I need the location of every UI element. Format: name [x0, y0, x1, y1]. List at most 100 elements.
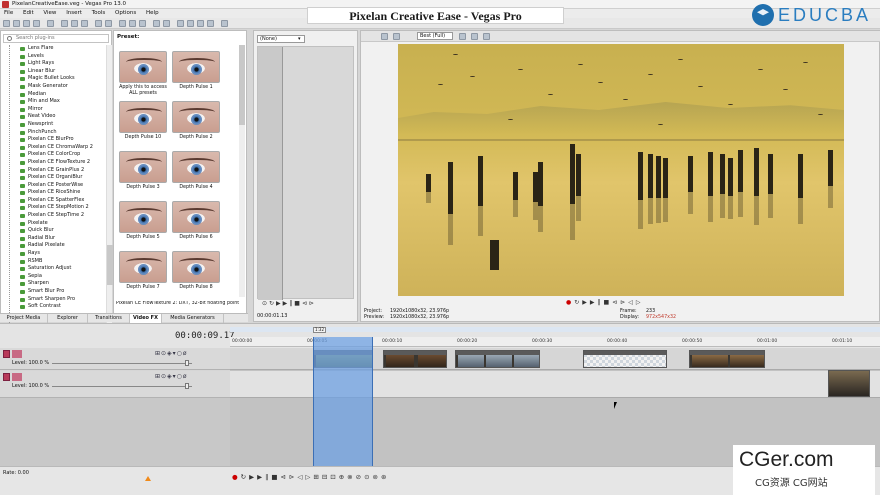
level-slider-knob[interactable]: [185, 383, 189, 389]
track-fx-icons[interactable]: ⊞⊙◈▾○ø: [155, 373, 188, 380]
new-project-icon[interactable]: [3, 20, 10, 27]
plugin-list-item[interactable]: Saturation Adjust: [19, 265, 111, 273]
video-clip[interactable]: [689, 350, 765, 368]
track-fx-icons[interactable]: ⊞⊙◈▾○ø: [155, 350, 188, 357]
tab-explorer[interactable]: Explorer: [48, 314, 88, 323]
timeline-transport-controls[interactable]: ●↻▶▶‖■⊲⊳◁▷⊞⊟⊡⊕⊗⊘⊙⊚⊛: [232, 473, 389, 481]
preset-thumbnail[interactable]: Depth Pulse 3: [119, 151, 167, 191]
plugin-list-item[interactable]: Sharpen: [19, 280, 111, 288]
level-slider[interactable]: [52, 386, 192, 387]
video-clip[interactable]: [383, 350, 447, 368]
transparent-clip[interactable]: [583, 350, 667, 368]
plugin-list-item[interactable]: Rays: [19, 250, 111, 258]
preset-thumbnail[interactable]: Depth Pulse 10: [119, 101, 167, 141]
plugin-list-item[interactable]: Quick Blur: [19, 227, 111, 235]
video-clip-thumbnail[interactable]: [828, 370, 870, 397]
redo-icon[interactable]: [105, 20, 112, 27]
track-expand-icon[interactable]: [12, 373, 22, 381]
scrollbar-thumb[interactable]: [239, 45, 245, 125]
overlays-icon[interactable]: [459, 33, 466, 40]
plugin-list-item[interactable]: Pixelate: [19, 220, 111, 228]
plugin-list-item[interactable]: Pixelan CE ChromaWarp 2: [19, 144, 111, 152]
trimmer-area[interactable]: [257, 46, 354, 300]
paste-icon[interactable]: [81, 20, 88, 27]
plugin-list-item[interactable]: Pixelan CE SpatterFlex: [19, 197, 111, 205]
lock-envelopes-icon[interactable]: [153, 20, 160, 27]
preset-thumbnail[interactable]: Depth Pulse 8: [172, 251, 220, 291]
cut-icon[interactable]: [61, 20, 68, 27]
plugin-list-item[interactable]: Pixelan CE GrainPlus 2: [19, 167, 111, 175]
save-icon[interactable]: [23, 20, 30, 27]
menu-tools[interactable]: Tools: [88, 10, 110, 16]
tab-media-generators[interactable]: Media Generators: [162, 314, 224, 323]
level-slider[interactable]: [52, 363, 192, 364]
plugin-list-item[interactable]: Lens Flare: [19, 45, 111, 53]
plugin-list-item[interactable]: Radial Pixelate: [19, 242, 111, 250]
copy-icon[interactable]: [71, 20, 78, 27]
preview-settings-icon[interactable]: [381, 33, 388, 40]
preset-thumbnail[interactable]: Depth Pulse 4: [172, 151, 220, 191]
save-snapshot-icon[interactable]: [483, 33, 490, 40]
plugin-list-scrollbar[interactable]: [106, 45, 113, 323]
plugin-list-item[interactable]: Soft Contrast: [19, 303, 111, 311]
plugin-list-item[interactable]: Smart Blur Pro: [19, 288, 111, 296]
menu-view[interactable]: View: [39, 10, 60, 16]
plugin-list-item[interactable]: Sepia: [19, 273, 111, 281]
plugin-list-item[interactable]: Smart Sharpen Pro: [19, 296, 111, 304]
trimmer-transport-controls[interactable]: ⊙↻▶▶‖■⊲⊳: [262, 300, 316, 308]
plugin-list-item[interactable]: Newsprint: [19, 121, 111, 129]
plugin-list-item[interactable]: Pixelan CE ColorCrop: [19, 151, 111, 159]
snap-icon[interactable]: [119, 20, 126, 27]
normal-edit-tool-icon[interactable]: [177, 20, 184, 27]
level-slider-knob[interactable]: [185, 360, 189, 366]
menu-help[interactable]: Help: [142, 10, 163, 16]
preset-thumbnail[interactable]: Depth Pulse 6: [172, 201, 220, 241]
plugin-list-item[interactable]: Linear Blur: [19, 68, 111, 76]
plugin-list-item[interactable]: Radial Blur: [19, 235, 111, 243]
video-clip[interactable]: [455, 350, 540, 368]
properties-icon[interactable]: [33, 20, 40, 27]
plugin-list-item[interactable]: Pixelan CE RiceShine: [19, 189, 111, 197]
tab-video-fx[interactable]: Video FX: [130, 314, 162, 323]
zoom-tool-icon[interactable]: [207, 20, 214, 27]
plugin-list-item[interactable]: Min and Max: [19, 98, 111, 106]
track-header-1[interactable]: ⊞⊙◈▾○ø Level: 100.0 %: [0, 348, 230, 370]
selection-tool-icon[interactable]: [197, 20, 204, 27]
split-screen-icon[interactable]: [393, 33, 400, 40]
menu-file[interactable]: File: [0, 10, 17, 16]
loop-region-bar[interactable]: 1:32: [230, 327, 880, 333]
open-icon[interactable]: [13, 20, 20, 27]
plugin-list-item[interactable]: Light Rays: [19, 60, 111, 68]
preset-scrollbar[interactable]: [239, 45, 245, 297]
loop-marker[interactable]: 1:32: [313, 327, 326, 333]
auto-crossfade-icon[interactable]: [129, 20, 136, 27]
preset-thumbnail[interactable]: Apply this to access ALL presets: [119, 51, 167, 96]
plugin-list-item[interactable]: Pixelan CE StepMotion 2: [19, 204, 111, 212]
plugin-list-item[interactable]: Median: [19, 91, 111, 99]
preview-transport-controls[interactable]: ●↻▶▶‖■⊲⊳◁▷: [566, 299, 643, 306]
rate-marker-icon[interactable]: [145, 476, 151, 481]
menu-edit[interactable]: Edit: [19, 10, 38, 16]
time-selection[interactable]: [313, 337, 373, 466]
ripple-icon[interactable]: [139, 20, 146, 27]
plugin-list-item[interactable]: Pixelan CE PosterWise: [19, 182, 111, 190]
plugin-list-item[interactable]: Mask Generator: [19, 83, 111, 91]
envelope-tool-icon[interactable]: [187, 20, 194, 27]
track-expand-icon[interactable]: [12, 350, 22, 358]
preset-thumbnail[interactable]: Depth Pulse 5: [119, 201, 167, 241]
plugin-list-item[interactable]: Magic Bullet Looks: [19, 75, 111, 83]
trimmer-dropdown[interactable]: (None) ▾: [257, 35, 305, 43]
render-icon[interactable]: [47, 20, 54, 27]
tab-project-media[interactable]: Project Media: [0, 314, 48, 323]
preview-quality-dropdown[interactable]: Best (Full): [417, 32, 453, 40]
preset-thumbnail[interactable]: Depth Pulse 1: [172, 51, 220, 91]
undo-icon[interactable]: [95, 20, 102, 27]
ignore-grouping-icon[interactable]: [163, 20, 170, 27]
plugin-list-item[interactable]: Pixelan CE StepTime 2: [19, 212, 111, 220]
search-plugins-input[interactable]: Search plug-ins: [3, 34, 109, 43]
preset-thumbnail[interactable]: Depth Pulse 2: [172, 101, 220, 141]
plugin-list-item[interactable]: Pixelan CE FlowTexture 2: [19, 159, 111, 167]
preset-thumbnail[interactable]: Depth Pulse 7: [119, 251, 167, 291]
plugin-list-item[interactable]: Neat Video: [19, 113, 111, 121]
plugin-list-item[interactable]: Pixelan CE OrganiBlur: [19, 174, 111, 182]
